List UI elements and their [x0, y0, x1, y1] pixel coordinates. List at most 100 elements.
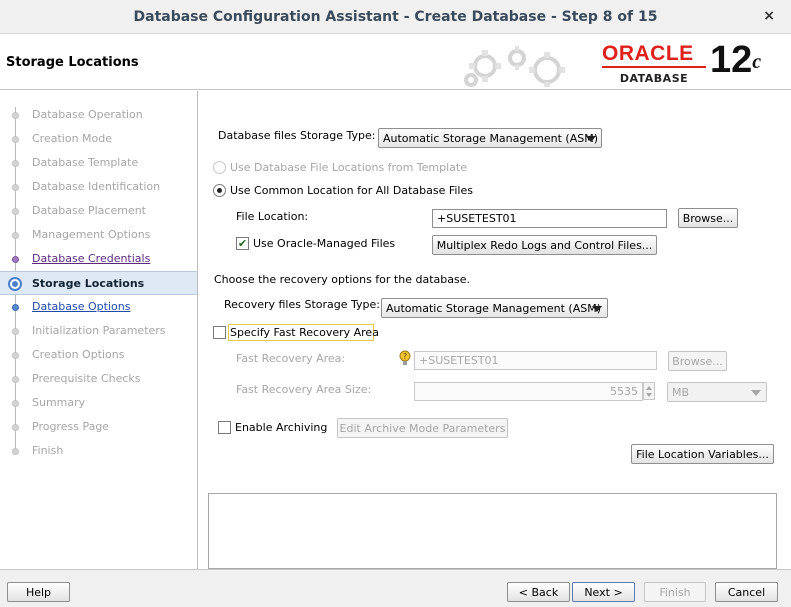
back-button[interactable]: < Back	[507, 582, 570, 602]
use-template-locations-radio[interactable]	[213, 161, 226, 174]
chevron-down-icon	[646, 393, 652, 397]
step-management-options: Management Options	[0, 224, 197, 246]
step-database-template: Database Template	[0, 152, 197, 174]
use-common-location-label: Use Common Location for All Database Fil…	[230, 184, 473, 197]
use-template-locations-label: Use Database File Locations from Templat…	[230, 161, 467, 174]
page-header: Storage Locations ORACLE DATABASE 12c	[0, 34, 791, 90]
fast-recovery-browse-button[interactable]: Browse...	[668, 351, 727, 371]
window-titlebar: Database Configuration Assistant - Creat…	[0, 0, 791, 34]
step-label: Storage Locations	[32, 277, 145, 290]
oracle-version-number: 12	[710, 39, 753, 81]
use-common-location-radio[interactable]	[213, 184, 226, 197]
oracle-logo: ORACLE DATABASE	[602, 43, 706, 85]
step-dot-icon	[12, 256, 19, 263]
step-label: Progress Page	[32, 420, 110, 433]
fast-recovery-unit-select[interactable]: MB	[667, 382, 767, 402]
steps-sidebar: Database Operation Creation Mode Databas…	[0, 91, 198, 569]
step-database-credentials[interactable]: Database Credentials	[0, 248, 197, 270]
recovery-options-heading: Choose the recovery options for the data…	[214, 273, 470, 286]
multiplex-redo-logs-button[interactable]: Multiplex Redo Logs and Control Files...	[432, 235, 657, 255]
storage-type-value: Automatic Storage Management (ASM)	[383, 132, 598, 145]
step-label: Database Operation	[32, 108, 143, 121]
step-dot-icon	[12, 448, 19, 455]
file-location-label: File Location:	[236, 210, 309, 223]
step-dot-icon	[12, 352, 19, 359]
oracle-brand: ORACLE	[602, 42, 694, 65]
file-location-input[interactable]: +SUSETEST01	[432, 209, 667, 228]
svg-text:?: ?	[403, 352, 407, 361]
cancel-button[interactable]: Cancel	[715, 582, 778, 602]
step-summary: Summary	[0, 392, 197, 414]
step-label: Initialization Parameters	[32, 324, 166, 337]
step-label: Database Identification	[32, 180, 161, 193]
step-database-identification: Database Identification	[0, 176, 197, 198]
fast-recovery-location-label: Fast Recovery Area:	[236, 352, 346, 365]
current-step-icon	[8, 277, 22, 291]
step-label: Database Placement	[32, 204, 146, 217]
storage-type-select[interactable]: Automatic Storage Management (ASM)	[378, 128, 602, 148]
recovery-type-label: Recovery files Storage Type:	[224, 298, 380, 311]
recovery-type-value: Automatic Storage Management (ASM)	[386, 302, 601, 315]
step-dot-icon	[12, 424, 19, 431]
fast-recovery-size-input[interactable]: 5535	[414, 382, 643, 401]
fast-recovery-location-input[interactable]: +SUSETEST01	[414, 351, 657, 370]
gears-decoration-icon	[464, 46, 565, 87]
help-button[interactable]: Help	[7, 582, 70, 602]
hint-bulb-icon: ?	[399, 350, 411, 365]
oracle-managed-files-label: Use Oracle-Managed Files	[253, 237, 396, 250]
step-label: Database Template	[32, 156, 139, 169]
chevron-up-icon	[646, 386, 652, 390]
step-label: Creation Options	[32, 348, 125, 361]
oracle-version: 12c	[710, 40, 761, 80]
step-label: Finish	[32, 444, 64, 457]
chevron-down-icon	[592, 306, 602, 312]
step-label[interactable]: Database Credentials	[32, 252, 150, 265]
edit-archive-mode-button[interactable]: Edit Archive Mode Parameters	[337, 418, 508, 438]
step-initialization-parameters: Initialization Parameters	[0, 320, 197, 342]
step-creation-options: Creation Options	[0, 344, 197, 366]
fast-recovery-size-label: Fast Recovery Area Size:	[236, 383, 372, 396]
oracle-managed-files-checkbox[interactable]: ✔	[236, 237, 249, 250]
chevron-down-icon	[751, 390, 761, 396]
step-dot-icon	[12, 376, 19, 383]
main-panel: Database files Storage Type: Automatic S…	[199, 91, 791, 569]
step-dot-icon	[12, 136, 19, 143]
step-label[interactable]: Database Options	[32, 300, 130, 313]
step-dot-icon	[12, 328, 19, 335]
step-prerequisite-checks: Prerequisite Checks	[0, 368, 197, 390]
recovery-type-select[interactable]: Automatic Storage Management (ASM)	[381, 298, 608, 318]
step-label: Creation Mode	[32, 132, 113, 145]
enable-archiving-checkbox[interactable]	[218, 421, 231, 434]
step-dot-icon	[12, 232, 19, 239]
step-database-placement: Database Placement	[0, 200, 197, 222]
file-location-variables-button[interactable]: File Location Variables...	[631, 444, 774, 464]
step-database-options[interactable]: Database Options	[0, 296, 197, 318]
file-location-browse-button[interactable]: Browse...	[678, 208, 738, 228]
fast-recovery-unit-value: MB	[672, 386, 690, 399]
step-dot-icon	[12, 112, 19, 119]
step-label: Prerequisite Checks	[32, 372, 141, 385]
step-database-operation: Database Operation	[0, 104, 197, 126]
wizard-footer: Help < Back Next > Finish Cancel	[0, 569, 791, 607]
oracle-product: DATABASE	[619, 72, 689, 85]
fast-recovery-size-spinner[interactable]	[643, 382, 655, 400]
oracle-logo-rule	[602, 66, 706, 68]
step-label: Summary	[32, 396, 86, 409]
step-dot-icon	[12, 400, 19, 407]
step-dot-icon	[12, 184, 19, 191]
next-button[interactable]: Next >	[572, 582, 635, 602]
finish-button[interactable]: Finish	[644, 582, 706, 602]
step-finish: Finish	[0, 440, 197, 462]
close-icon[interactable]: ×	[763, 8, 775, 24]
message-area	[208, 493, 777, 569]
storage-type-label: Database files Storage Type:	[218, 129, 376, 142]
page-title: Storage Locations	[6, 55, 139, 70]
step-dot-icon	[12, 160, 19, 167]
step-progress-page: Progress Page	[0, 416, 197, 438]
step-dot-icon	[12, 208, 19, 215]
fast-recovery-area-checkbox[interactable]	[213, 326, 226, 339]
chevron-down-icon	[586, 136, 596, 142]
step-storage-locations: Storage Locations	[0, 271, 197, 295]
step-label: Management Options	[32, 228, 151, 241]
window-title: Database Configuration Assistant - Creat…	[133, 9, 658, 25]
